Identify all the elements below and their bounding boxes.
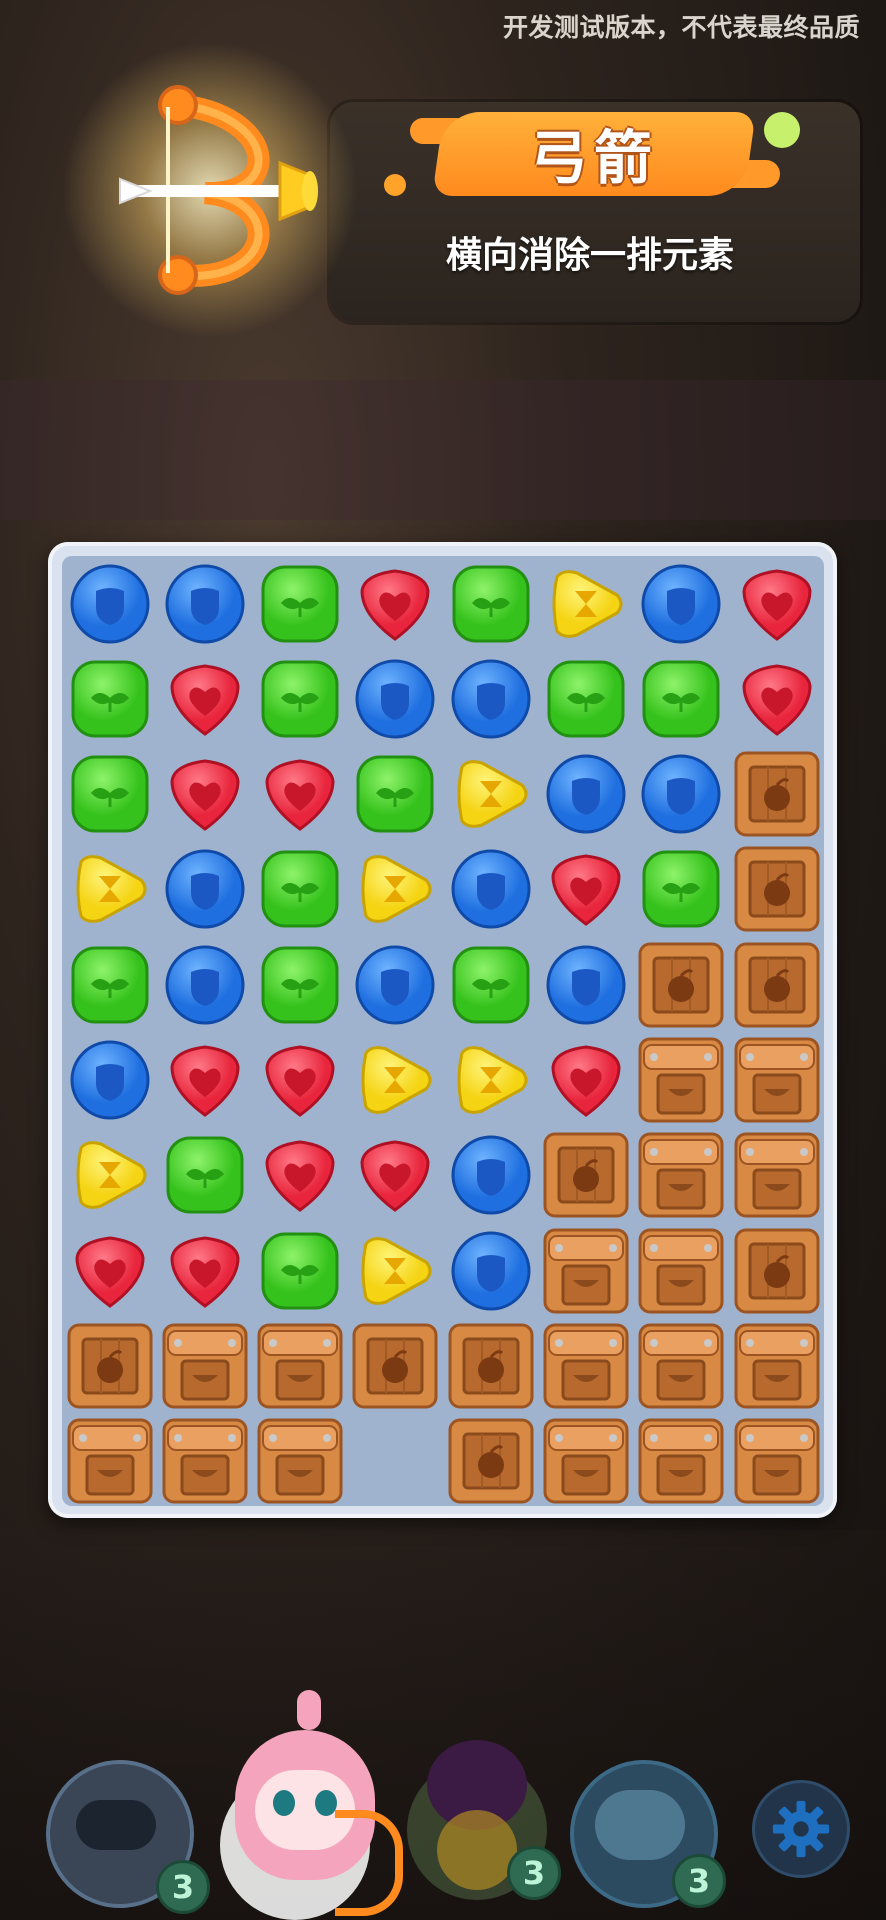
blue-gem[interactable] — [62, 556, 157, 651]
blue-gem[interactable] — [539, 937, 634, 1032]
blue-gem[interactable] — [348, 937, 443, 1032]
character-count-badge: 3 — [507, 1846, 561, 1900]
red-gem[interactable] — [348, 556, 443, 651]
character-count-badge: 3 — [156, 1860, 210, 1914]
yellow-gem[interactable] — [62, 1128, 157, 1223]
green-gem[interactable] — [253, 842, 348, 937]
blue-gem[interactable] — [157, 556, 252, 651]
wooden-crate-tile — [729, 747, 824, 842]
wooden-crate-tile — [443, 1318, 538, 1413]
wooden-chest-tile — [729, 1318, 824, 1413]
red-gem[interactable] — [729, 651, 824, 746]
wooden-crate-tile — [62, 1318, 157, 1413]
yellow-gem[interactable] — [348, 1033, 443, 1128]
yellow-gem[interactable] — [443, 1033, 538, 1128]
blue-gem[interactable] — [539, 747, 634, 842]
blue-gem[interactable] — [443, 651, 538, 746]
wooden-chest-tile — [539, 1318, 634, 1413]
wooden-chest-tile — [62, 1414, 157, 1509]
powerup-title: 弓箭 — [529, 124, 658, 192]
red-gem[interactable] — [157, 1033, 252, 1128]
blue-gem[interactable] — [443, 1223, 538, 1318]
red-gem[interactable] — [157, 1223, 252, 1318]
green-gem[interactable] — [62, 937, 157, 1032]
wooden-chest-tile — [539, 1223, 634, 1318]
yellow-gem[interactable] — [539, 556, 634, 651]
red-gem[interactable] — [62, 1223, 157, 1318]
character-slot-2-selected[interactable] — [215, 1690, 405, 1920]
green-gem[interactable] — [634, 842, 729, 937]
character-slot-4[interactable]: 3 — [570, 1750, 730, 1908]
yellow-gem[interactable] — [348, 1223, 443, 1318]
green-gem[interactable] — [157, 1128, 252, 1223]
powerup-description: 横向消除一排元素 — [445, 235, 734, 276]
green-gem[interactable] — [253, 556, 348, 651]
wooden-crate-tile — [348, 1318, 443, 1413]
red-gem[interactable] — [253, 1033, 348, 1128]
wooden-crate-tile — [539, 1128, 634, 1223]
yellow-gem[interactable] — [62, 842, 157, 937]
character-count-badge: 3 — [672, 1854, 726, 1908]
green-gem[interactable] — [253, 651, 348, 746]
red-gem[interactable] — [729, 556, 824, 651]
red-gem[interactable] — [539, 1033, 634, 1128]
green-gem[interactable] — [539, 651, 634, 746]
wooden-chest-tile — [253, 1318, 348, 1413]
blue-gem[interactable] — [157, 842, 252, 937]
ribbon-dot — [384, 174, 406, 196]
yellow-gem[interactable] — [348, 842, 443, 937]
wooden-chest-tile — [539, 1414, 634, 1509]
green-gem[interactable] — [348, 747, 443, 842]
character-slot-3[interactable]: 3 — [402, 1740, 561, 1900]
yellow-gem[interactable] — [443, 747, 538, 842]
red-gem[interactable] — [348, 1128, 443, 1223]
wooden-chest-tile — [729, 1414, 824, 1509]
blue-gem[interactable] — [443, 1128, 538, 1223]
wooden-chest-tile — [157, 1318, 252, 1413]
green-gem[interactable] — [62, 747, 157, 842]
red-gem[interactable] — [157, 651, 252, 746]
wooden-chest-tile — [634, 1033, 729, 1128]
red-gem[interactable] — [253, 747, 348, 842]
red-gem[interactable] — [253, 1128, 348, 1223]
background-room — [0, 380, 886, 520]
blue-gem[interactable] — [348, 651, 443, 746]
wooden-chest-tile — [253, 1414, 348, 1509]
red-gem[interactable] — [539, 842, 634, 937]
blue-gem[interactable] — [634, 747, 729, 842]
wooden-chest-tile — [729, 1033, 824, 1128]
red-gem[interactable] — [157, 747, 252, 842]
blue-gem[interactable] — [634, 556, 729, 651]
green-gem[interactable] — [443, 937, 538, 1032]
wooden-chest-tile — [634, 1128, 729, 1223]
blue-gem[interactable] — [443, 842, 538, 937]
blue-gem[interactable] — [157, 937, 252, 1032]
gear-icon — [772, 1800, 830, 1858]
green-gem[interactable] — [634, 651, 729, 746]
character-slot-1[interactable]: 3 — [46, 1760, 210, 1914]
wooden-chest-tile — [157, 1414, 252, 1509]
blue-gem[interactable] — [62, 1033, 157, 1128]
wooden-chest-tile — [729, 1128, 824, 1223]
green-gem[interactable] — [443, 556, 538, 651]
wooden-crate-tile — [443, 1414, 538, 1509]
wooden-chest-tile — [634, 1414, 729, 1509]
wooden-crate-tile — [634, 937, 729, 1032]
green-gem[interactable] — [253, 937, 348, 1032]
settings-button[interactable] — [752, 1780, 850, 1878]
wooden-crate-tile — [729, 1223, 824, 1318]
ribbon-dot — [764, 112, 800, 148]
wooden-chest-tile — [634, 1223, 729, 1318]
dev-build-watermark: 开发测试版本，不代表最终品质 — [502, 13, 860, 42]
wooden-chest-tile — [634, 1318, 729, 1413]
wooden-crate-tile — [729, 842, 824, 937]
bow-arrow-icon — [119, 85, 318, 295]
green-gem[interactable] — [62, 651, 157, 746]
green-gem[interactable] — [253, 1223, 348, 1318]
wooden-crate-tile — [729, 937, 824, 1032]
